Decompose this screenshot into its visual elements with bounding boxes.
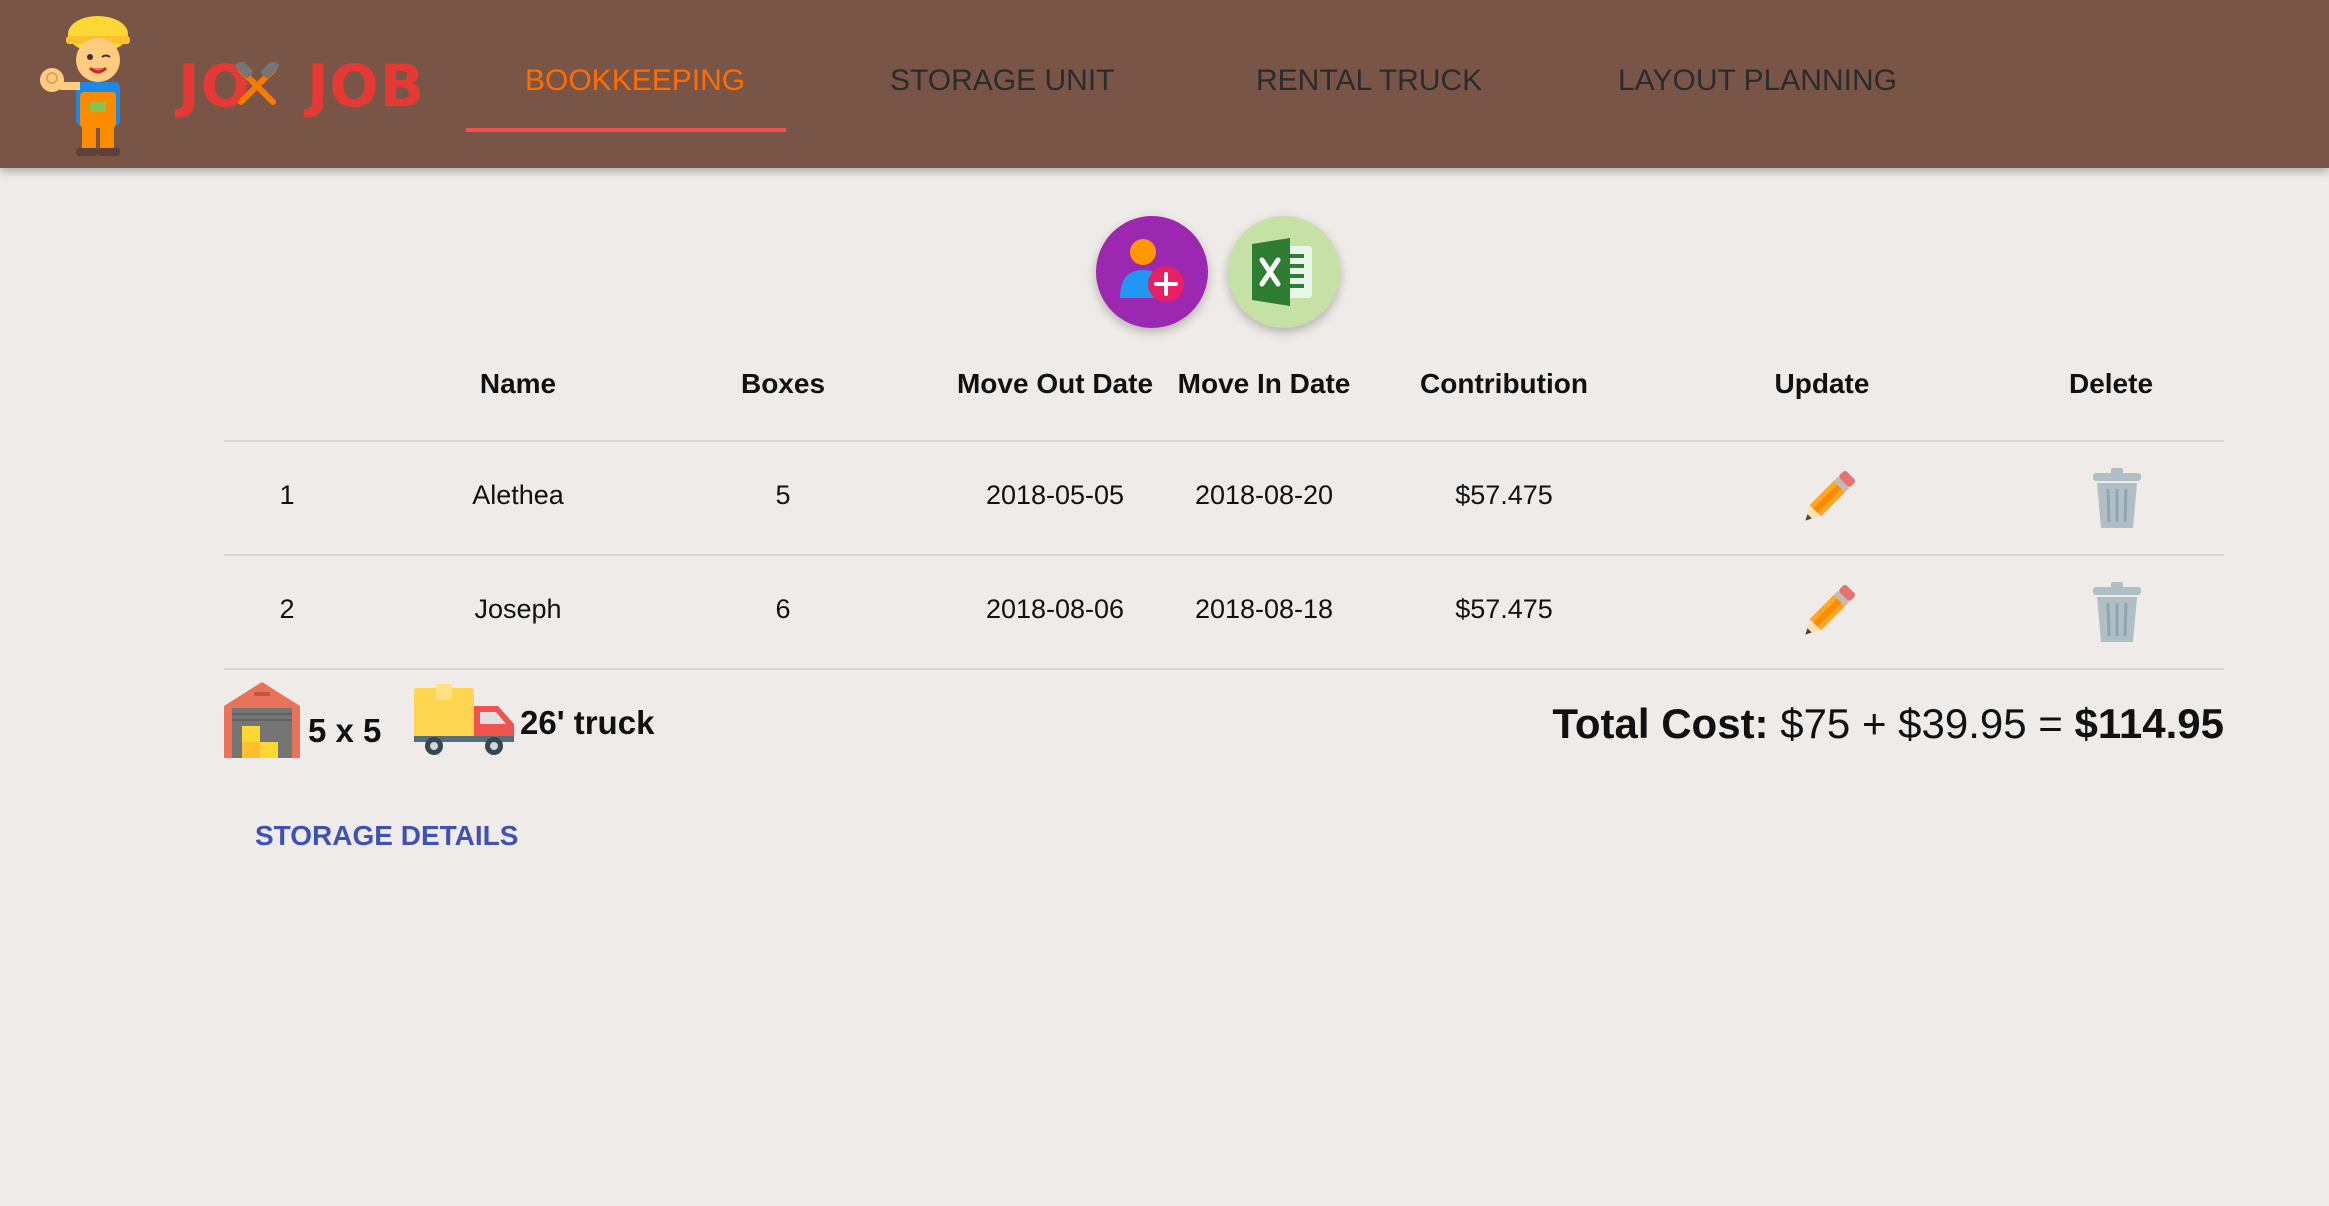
- header-update: Update: [1774, 368, 1870, 399]
- cost-summary: 5 x 5 26' truck Total Cost: $75 + $39.95…: [224, 680, 2224, 760]
- header-move-in-date[interactable]: Move In Date: [1178, 368, 1351, 400]
- add-person-button[interactable]: [1096, 216, 1208, 328]
- table-bottom-divider: [224, 668, 2224, 670]
- storage-details-link[interactable]: STORAGE DETAILS: [255, 820, 518, 852]
- row-move-in-date: 2018-08-18: [1194, 594, 1334, 624]
- row-name: Joseph: [474, 594, 562, 624]
- table-row: 1 Alethea 5 2018-05-05 2018-08-20 $57.47…: [224, 440, 2224, 556]
- header-name[interactable]: Name: [480, 368, 556, 400]
- crossed-hammers-icon: [234, 62, 280, 105]
- truck-size-label: 26' truck: [520, 704, 655, 741]
- tab-bookkeeping[interactable]: BOOKKEEPING: [525, 64, 745, 104]
- truck-icon: [414, 684, 514, 755]
- worker-mascot-icon: [40, 16, 130, 156]
- total-cost-expression: $75 + $39.95 =: [1768, 700, 2075, 747]
- row-name: Alethea: [472, 480, 564, 510]
- pencil-icon: [1805, 584, 1856, 635]
- table-row: 2 Joseph 6 2018-08-06 2018-08-18 $57.475: [224, 554, 2224, 670]
- delete-button[interactable]: [2085, 580, 2149, 644]
- trash-icon: [2093, 582, 2141, 642]
- row-contribution: $57.475: [1455, 480, 1553, 510]
- add-person-icon: [1120, 239, 1184, 302]
- header-move-out-date[interactable]: Move Out Date: [957, 368, 1153, 400]
- total-cost: Total Cost: $75 + $39.95 = $114.95: [1552, 700, 2224, 748]
- export-excel-button[interactable]: [1228, 216, 1340, 328]
- storage-unit-icon: [224, 682, 300, 758]
- active-tab-indicator: [466, 128, 786, 132]
- logo[interactable]: JO JOB: [30, 12, 424, 160]
- header-contribution[interactable]: Contribution: [1420, 368, 1588, 400]
- excel-icon: [1252, 238, 1312, 306]
- delete-button[interactable]: [2085, 466, 2149, 530]
- pencil-icon: [1805, 470, 1856, 521]
- tab-storage-unit[interactable]: STORAGE UNIT: [890, 64, 1114, 104]
- tab-layout-planning[interactable]: LAYOUT PLANNING: [1618, 64, 1897, 104]
- row-index: 1: [279, 480, 295, 510]
- row-move-out-date: 2018-08-06: [985, 594, 1125, 624]
- row-contribution: $57.475: [1455, 594, 1553, 624]
- row-move-in-date: 2018-08-20: [1194, 480, 1334, 510]
- app-bar: JO JOB BOOKKEEPING STORAGE UNIT RENTAL TR…: [0, 0, 2329, 168]
- trash-icon: [2093, 468, 2141, 528]
- header-delete: Delete: [2068, 368, 2154, 399]
- tab-rental-truck[interactable]: RENTAL TRUCK: [1256, 64, 1482, 104]
- row-boxes: 6: [775, 594, 791, 624]
- update-button[interactable]: [1796, 466, 1860, 530]
- row-index: 2: [279, 594, 295, 624]
- header-boxes[interactable]: Boxes: [741, 368, 825, 400]
- row-boxes: 5: [775, 480, 791, 510]
- storage-size-label: 5 x 5: [308, 712, 382, 749]
- update-button[interactable]: [1796, 580, 1860, 644]
- row-move-out-date: 2018-05-05: [985, 480, 1125, 510]
- total-cost-value: $114.95: [2074, 700, 2224, 747]
- total-cost-label: Total Cost:: [1552, 700, 1769, 747]
- logo-text-right: JOB: [306, 52, 425, 120]
- logo-text: JO JOB: [178, 52, 425, 120]
